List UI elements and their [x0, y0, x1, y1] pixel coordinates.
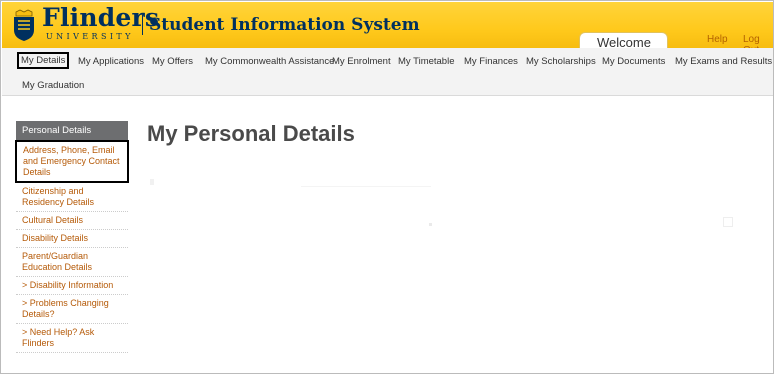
browser-frame: Flinders UNIVERSITY Student Information … [0, 0, 774, 374]
nav-item-my-enrolment[interactable]: My Enrolment [332, 56, 391, 67]
crest-icon [12, 8, 36, 42]
nav-item-my-documents[interactable]: My Documents [602, 56, 665, 67]
brand-name: Flinders [42, 3, 160, 32]
brand: Flinders UNIVERSITY [40, 3, 159, 45]
sidebar-item-parent-guardian[interactable]: Parent/Guardian Education Details [16, 248, 128, 277]
faint-checkbox [723, 217, 733, 227]
page-title: My Personal Details [147, 121, 355, 146]
system-title: Student Information System [149, 15, 420, 35]
sidebar-heading[interactable]: Personal Details [16, 121, 128, 140]
sidebar-item-problems-changing[interactable]: > Problems Changing Details? [16, 295, 128, 324]
brand-subtitle: UNIVERSITY [46, 32, 134, 41]
sidebar-item-cultural[interactable]: Cultural Details [16, 212, 128, 230]
sidebar-item-need-help[interactable]: > Need Help? Ask Flinders [16, 324, 128, 353]
nav-item-my-commonwealth-assistance[interactable]: My Commonwealth Assistance [205, 56, 334, 67]
faint-mark [150, 179, 154, 185]
nav-item-my-timetable[interactable]: My Timetable [398, 56, 455, 67]
sidebar-item-disability[interactable]: Disability Details [16, 230, 128, 248]
nav-item-my-graduation[interactable]: My Graduation [22, 80, 84, 91]
nav-item-my-scholarships[interactable]: My Scholarships [526, 56, 596, 67]
nav-item-my-offers[interactable]: My Offers [152, 56, 193, 67]
sidebar-item-address-phone-email[interactable]: Address, Phone, Email and Emergency Cont… [15, 140, 129, 183]
nav-item-my-details[interactable]: My Details [17, 52, 70, 69]
sidebar: Personal Details Address, Phone, Email a… [15, 121, 129, 353]
faint-mark [429, 223, 432, 226]
main-nav: My Details My Applications My Offers My … [2, 48, 773, 96]
sidebar-item-disability-information[interactable]: > Disability Information [16, 277, 128, 295]
nav-item-my-exams-and-results[interactable]: My Exams and Results [675, 56, 772, 67]
header-bar: Flinders UNIVERSITY Student Information … [2, 2, 773, 56]
faint-divider [301, 186, 431, 187]
nav-item-my-finances[interactable]: My Finances [464, 56, 518, 67]
university-logo[interactable]: Flinders UNIVERSITY Student Information … [12, 3, 420, 45]
help-link[interactable]: Help [707, 34, 728, 45]
sidebar-item-citizenship[interactable]: Citizenship and Residency Details [16, 183, 128, 212]
nav-item-my-applications[interactable]: My Applications [78, 56, 144, 67]
